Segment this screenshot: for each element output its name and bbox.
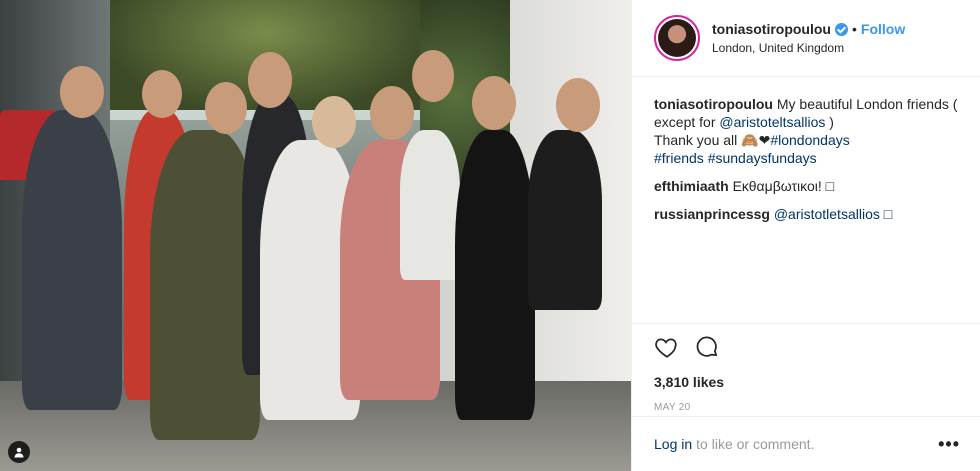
separator-dot: • [851,21,857,37]
person-head [556,78,600,132]
user-tag-icon[interactable] [8,441,30,463]
comment-username[interactable]: russianprincessg [654,206,770,222]
person-silhouette [22,110,122,410]
post-username[interactable]: toniasotiropoulou [712,21,831,37]
person-head [248,52,292,108]
hashtags-friends-sundays[interactable]: #friends #sundaysfundays [654,150,817,166]
comments-list: toniasotiropoulou My beautiful London fr… [632,77,980,223]
likes-count[interactable]: 3,810 likes [654,374,960,390]
hashtag-londondays[interactable]: #londondays [770,132,849,148]
avatar[interactable] [654,15,700,61]
post-actions: 3,810 likes MAY 20 [632,323,980,413]
comment-text[interactable]: @aristotletsallios □ [774,206,892,222]
comment-item: efthimiaath Εκθαμβωτικοι! □ [654,177,958,195]
post-side-panel: toniasotiropoulou • Follow London, Unite… [631,0,980,471]
heart-icon[interactable] [654,334,680,360]
person-silhouette [400,130,460,280]
post-date[interactable]: MAY 20 [654,402,960,413]
comment-item: russianprincessg @aristotletsallios □ [654,205,958,223]
post-location[interactable]: London, United Kingdom [712,41,905,55]
person-head [142,70,182,118]
more-options-button[interactable]: ••• [938,434,960,455]
login-rest-text: to like or comment. [696,436,815,452]
login-link[interactable]: Log in [654,436,692,452]
person-head [60,66,104,118]
person-silhouette [528,130,602,310]
caption: toniasotiropoulou My beautiful London fr… [654,95,958,167]
person-head [472,76,516,130]
person-head [312,96,356,148]
caption-mention[interactable]: @aristoteltsallios [719,114,825,130]
caption-text-close: ) [829,114,834,130]
person-head [205,82,247,134]
person-head [370,86,414,140]
person-silhouette [455,130,535,420]
caption-thanks: Thank you all 🙈❤ [654,132,771,148]
follow-button[interactable]: Follow [861,21,905,37]
post-container: toniasotiropoulou • Follow London, Unite… [0,0,980,471]
post-photo[interactable] [0,0,631,471]
login-footer: Log in to like or comment. ••• [632,416,980,471]
comment-username[interactable]: efthimiaath [654,178,729,194]
post-header: toniasotiropoulou • Follow London, Unite… [632,0,980,77]
comment-text: Εκθαμβωτικοι! □ [732,178,835,194]
person-head [412,50,454,102]
verified-icon [834,22,848,36]
caption-username[interactable]: toniasotiropoulou [654,96,773,112]
comment-icon[interactable] [694,334,720,360]
